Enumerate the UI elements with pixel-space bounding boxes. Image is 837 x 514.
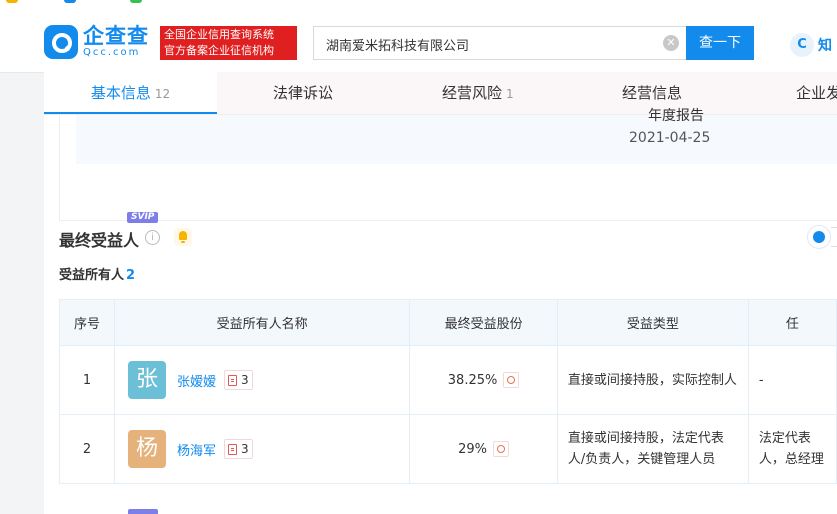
qcc-icon [64, 0, 76, 3]
annual-report-label: 年度报告 [648, 108, 704, 124]
section-title: 最终受益人 [59, 231, 140, 250]
document-count: 3 [241, 442, 249, 456]
tab-bar: 基本信息 12 法律诉讼 经营风险 1 经营信息 企业发 [44, 72, 837, 115]
next-section-badge [128, 509, 158, 514]
owner-label: 受益所有人 [59, 268, 125, 283]
search-button[interactable]: 查一下 [686, 26, 754, 60]
zhi-icon: C [790, 33, 814, 57]
annual-report-date: 2021-04-25 [629, 130, 711, 146]
tab-risk[interactable]: 经营风险 1 [442, 72, 514, 114]
tab-label: 企业发 [796, 84, 837, 102]
col-index: 序号 [58, 299, 116, 346]
logo[interactable]: 企查查 Qcc.com [44, 25, 149, 59]
site-header: 企查查 Qcc.com 全国企业信用查询系统 官方备案企业征信机构 ✕ 查一下 … [0, 8, 837, 73]
tab-count: 1 [506, 87, 514, 101]
avatar: 杨 [128, 430, 167, 468]
official-badge: 全国企业信用查询系统 官方备案企业征信机构 [160, 26, 297, 60]
person-name-link[interactable]: 张嫒嫒 [177, 371, 216, 390]
benefit-type: 直接或间接持股，实际控制人 [556, 345, 749, 415]
bookmark-item[interactable] [64, 0, 80, 3]
bookmarks-bar [0, 0, 837, 8]
main-content: 基本信息 12 法律诉讼 经营风险 1 经营信息 企业发 年度报告 2021-04-… [44, 72, 837, 514]
logo-text: 企查查 [83, 24, 149, 48]
zhi-link[interactable]: C 知 [790, 33, 832, 57]
tab-label: 基本信息 [90, 84, 151, 102]
equity-chain-icon[interactable] [503, 372, 520, 388]
col-name: 受益所有人名称 [114, 299, 411, 346]
name-cell: 杨 杨海军 3 [114, 414, 411, 484]
share-value: 38.25% [447, 372, 498, 388]
search-box: ✕ [313, 26, 686, 60]
bookmark-item[interactable] [130, 0, 146, 3]
search-input[interactable] [324, 33, 658, 55]
share-value: 29% [458, 441, 488, 457]
equity-chain-icon[interactable] [493, 441, 510, 457]
tab-count: 12 [154, 87, 171, 101]
share-cell: 38.25% [409, 345, 558, 415]
document-icon [228, 374, 238, 386]
qcc-logo-icon [44, 25, 78, 59]
table-row: 1 张 张嫒嫒 3 38.25% 直接或间接持股，实际控制人 - [58, 345, 837, 415]
benefit-type: 直接或间接持股，法定代表人/负责人，关键管理人员 [556, 414, 749, 484]
document-count: 3 [241, 373, 249, 387]
previous-section-card: 年度报告 2021-04-25 [59, 108, 837, 221]
person-name-link[interactable]: 杨海军 [177, 440, 216, 459]
position-cell: - [747, 345, 837, 415]
badge-line-1: 全国企业信用查询系统 [164, 28, 274, 41]
logo-domain: Qcc.com [83, 47, 141, 58]
tab-label: 法律诉讼 [273, 84, 334, 102]
document-badge[interactable]: 3 [224, 370, 253, 390]
tab-basic-info[interactable]: 基本信息 12 [44, 72, 217, 114]
beneficiary-table: 序号 受益所有人名称 最终受益股份 受益类型 任 1 张 张嫒嫒 3 38.25… [58, 299, 837, 484]
col-position: 任 [747, 299, 837, 346]
col-share: 最终受益股份 [409, 299, 558, 346]
badge-line-2: 官方备案企业征信机构 [164, 44, 274, 57]
document-badge[interactable]: 3 [224, 439, 253, 459]
bookmark-item[interactable] [6, 0, 22, 3]
tab-development[interactable]: 企业发 [796, 72, 837, 114]
name-cell: 张 张嫒嫒 3 [114, 345, 411, 415]
owner-count-number: 2 [126, 268, 136, 283]
svip-badge: SVIP [127, 212, 159, 223]
tab-label: 经营信息 [622, 84, 683, 102]
position-cell: 法定代表人，总经理 [747, 414, 837, 484]
row-index: 2 [58, 414, 116, 484]
table-row: 2 杨 杨海军 3 29% 直接或间接持股，法定代表人/负责人，关键管理人员 法… [58, 414, 837, 484]
avatar: 张 [128, 361, 167, 399]
tab-label: 经营风险 [442, 84, 503, 102]
wechat-icon [130, 0, 142, 3]
tab-legal[interactable]: 法律诉讼 [273, 72, 333, 114]
clear-icon[interactable]: ✕ [663, 35, 679, 51]
col-type: 受益类型 [556, 299, 749, 346]
side-button-edge[interactable] [831, 227, 837, 247]
annual-report-row: 年度报告 2021-04-25 [76, 108, 837, 164]
owner-count: 受益所有人 2 [59, 264, 135, 283]
info-icon[interactable]: i [145, 230, 160, 245]
document-icon [228, 443, 238, 455]
folder-icon [6, 0, 18, 3]
bell-icon[interactable] [174, 228, 192, 246]
share-cell: 29% [409, 414, 558, 484]
table-header-row: 序号 受益所有人名称 最终受益股份 受益类型 任 [58, 299, 837, 346]
row-index: 1 [58, 345, 116, 415]
share-graph-icon[interactable] [807, 225, 831, 249]
zhi-label: 知 [818, 38, 832, 54]
